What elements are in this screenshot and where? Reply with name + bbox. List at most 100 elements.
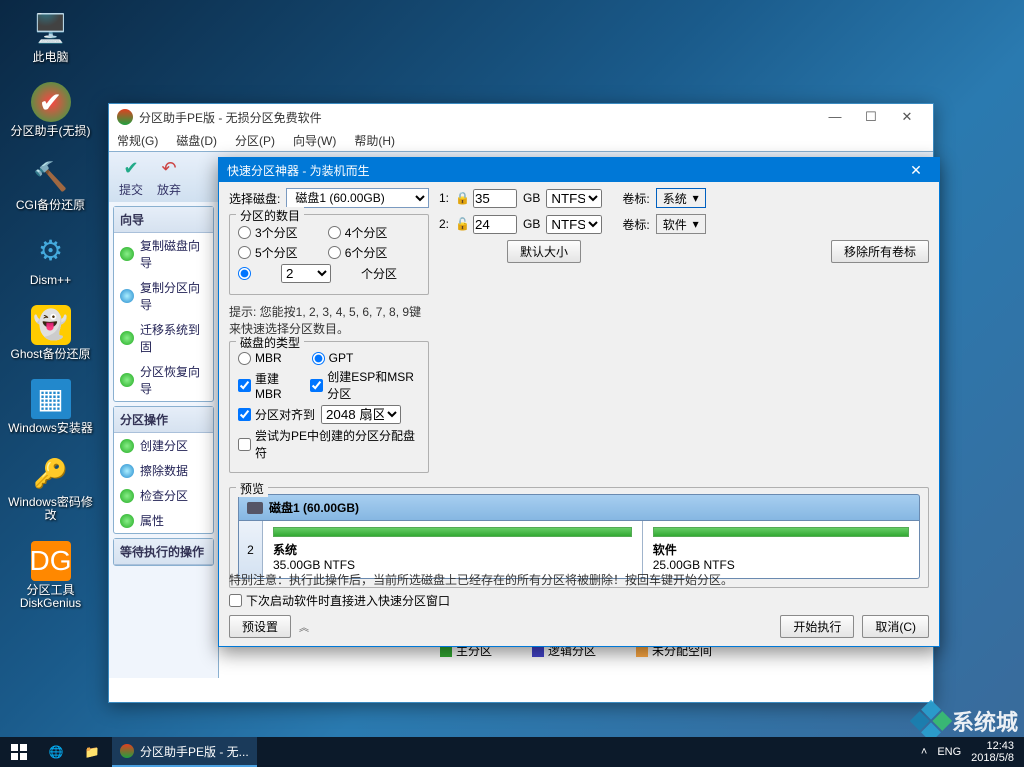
part2-fs-select[interactable]: NTFS	[546, 215, 602, 234]
part2-vol-input[interactable]: 软件▾	[656, 214, 706, 234]
desktop-icon-dism[interactable]: ⚙Dism++	[8, 231, 93, 287]
custom-count-select[interactable]: 2	[281, 264, 331, 283]
part2-size-input[interactable]	[473, 215, 517, 234]
disk-icon: DG	[31, 541, 71, 581]
hammer-icon: 🔨	[31, 156, 71, 196]
bullet-icon	[120, 489, 134, 503]
desktop-icon-partition-assistant[interactable]: ✔分区助手(无损)	[8, 82, 93, 138]
maximize-button[interactable]: ☐	[853, 109, 889, 125]
disk-type-group: 磁盘的类型 MBR GPT 重建MBR 创建ESP和MSR分区 分区对齐到 20…	[229, 341, 429, 473]
ime-indicator[interactable]: ENG	[937, 746, 961, 758]
watermark-icon	[910, 700, 952, 742]
minimize-button[interactable]: —	[817, 109, 853, 125]
quick-partition-dialog: 快速分区神器 - 为装机而生 ✕ 选择磁盘: 磁盘1 (60.00GB) 分区的…	[218, 157, 940, 647]
cancel-button[interactable]: 取消(C)	[862, 615, 929, 638]
remove-labels-button[interactable]: 移除所有卷标	[831, 240, 929, 263]
side-item-create[interactable]: 创建分区	[114, 433, 213, 458]
hint-text: 提示: 您能按1, 2, 3, 4, 5, 6, 7, 8, 9键来快速选择分区…	[229, 303, 429, 337]
radio-3-parts[interactable]: 3个分区	[238, 224, 298, 241]
chevron-icon[interactable]: ︽	[299, 619, 309, 634]
align-select[interactable]: 2048 扇区	[321, 405, 401, 424]
watermark: 系统城	[916, 705, 1018, 737]
side-item-check[interactable]: 检查分区	[114, 483, 213, 508]
close-button[interactable]: ✕	[889, 109, 925, 125]
clock[interactable]: 12:43 2018/5/8	[971, 740, 1014, 764]
side-item-copy-disk[interactable]: 复制磁盘向导	[114, 233, 213, 275]
bullet-icon	[120, 439, 134, 453]
desktop-icon-thispc[interactable]: 🖥️此电脑	[8, 8, 93, 64]
tool-commit[interactable]: ✔提交	[119, 157, 143, 198]
lock-icon[interactable]: 🔒	[455, 191, 467, 205]
check-rebuild-mbr[interactable]: 重建MBR	[238, 370, 296, 401]
menu-wizard[interactable]: 向导(W)	[293, 132, 336, 149]
desktop-icon-winpwd[interactable]: 🔑Windows密码修改	[8, 453, 93, 522]
side-item-recover-part[interactable]: 分区恢复向导	[114, 359, 213, 401]
partition-row-2: 2: 🔓 GB NTFS 卷标: 软件▾	[439, 214, 929, 234]
bullet-icon	[120, 247, 134, 261]
side-item-copy-part[interactable]: 复制分区向导	[114, 275, 213, 317]
preview-part-2[interactable]: 软件 25.00GB NTFS	[643, 521, 919, 578]
part1-vol-input[interactable]: 系统▾	[656, 188, 706, 208]
check-icon: ✔	[31, 82, 71, 122]
desktop-icon-cgi[interactable]: 🔨CGI备份还原	[8, 156, 93, 212]
windows-icon: ▦	[31, 379, 71, 419]
app-titlebar[interactable]: 分区助手PE版 - 无损分区免费软件 — ☐ ✕	[109, 104, 933, 130]
side-item-wipe[interactable]: 擦除数据	[114, 458, 213, 483]
taskbar-files-icon[interactable]: 📁	[74, 745, 110, 759]
radio-5-parts[interactable]: 5个分区	[238, 244, 298, 261]
partition-row-1: 1: 🔒 GB NTFS 卷标: 系统▾	[439, 188, 929, 208]
radio-4-parts[interactable]: 4个分区	[328, 224, 388, 241]
menu-disk[interactable]: 磁盘(D)	[176, 132, 217, 149]
menu-help[interactable]: 帮助(H)	[354, 132, 395, 149]
dialog-titlebar[interactable]: 快速分区神器 - 为装机而生 ✕	[219, 158, 939, 182]
side-wizard-header: 向导	[114, 207, 213, 233]
unlock-icon[interactable]: 🔓	[455, 217, 467, 231]
desktop-icon-diskgenius[interactable]: DG分区工具DiskGenius	[8, 541, 93, 610]
default-size-button[interactable]: 默认大小	[507, 240, 581, 263]
side-item-props[interactable]: 属性	[114, 508, 213, 533]
radio-mbr[interactable]: MBR	[238, 351, 282, 365]
desktop-icons: 🖥️此电脑 ✔分区助手(无损) 🔨CGI备份还原 ⚙Dism++ 👻Ghost备…	[8, 8, 93, 628]
hdd-icon	[247, 502, 263, 514]
part1-size-input[interactable]	[473, 189, 517, 208]
key-icon: 🔑	[31, 453, 71, 493]
tray-up-icon[interactable]: ˄	[921, 746, 927, 758]
radio-6-parts[interactable]: 6个分区	[328, 244, 388, 261]
preview-part-1[interactable]: 系统 35.00GB NTFS	[263, 521, 643, 578]
side-item-migrate-os[interactable]: 迁移系统到固	[114, 317, 213, 359]
preview-disk-header: 磁盘1 (60.00GB)	[238, 494, 920, 521]
part-bar	[273, 527, 632, 537]
dialog-footer: 特别注意：执行此操作后，当前所选磁盘上已经存在的所有分区将被删除！按回车键开始分…	[229, 571, 929, 638]
undo-icon: ↶	[157, 157, 181, 181]
desktop-icon-wininstall[interactable]: ▦Windows安装器	[8, 379, 93, 435]
app-title-text: 分区助手PE版 - 无损分区免费软件	[139, 109, 322, 126]
bullet-icon	[120, 514, 134, 528]
check-open-next[interactable]: 下次启动软件时直接进入快速分区窗口	[229, 592, 450, 609]
sidebar: 向导 复制磁盘向导 复制分区向导 迁移系统到固 分区恢复向导 分区操作 创建分区…	[109, 202, 219, 678]
select-disk-label: 选择磁盘:	[229, 190, 280, 207]
radio-custom-parts[interactable]	[238, 267, 251, 280]
menu-general[interactable]: 常规(G)	[117, 132, 158, 149]
check-pe-letter[interactable]: 尝试为PE中创建的分区分配盘符	[238, 427, 420, 461]
partition-count-group: 分区的数目 3个分区 4个分区 5个分区 6个分区 2 个分区	[229, 214, 429, 295]
desktop-icon-ghost[interactable]: 👻Ghost备份还原	[8, 305, 93, 361]
app-icon	[117, 109, 133, 125]
system-tray: ˄ ENG 12:43 2018/5/8	[921, 740, 1024, 764]
check-create-esp[interactable]: 创建ESP和MSR分区	[310, 368, 420, 402]
taskbar-browser-icon[interactable]: 🌐	[38, 745, 74, 759]
start-button[interactable]	[0, 737, 38, 767]
part1-fs-select[interactable]: NTFS	[546, 189, 602, 208]
start-button[interactable]: 开始执行	[780, 615, 854, 638]
preset-button[interactable]: 预设置	[229, 615, 291, 638]
tool-discard[interactable]: ↶放弃	[157, 157, 181, 198]
taskbar-app-button[interactable]: 分区助手PE版 - 无...	[112, 737, 257, 767]
dialog-close-button[interactable]: ✕	[901, 162, 931, 179]
menu-partition[interactable]: 分区(P)	[235, 132, 275, 149]
select-disk-dropdown[interactable]: 磁盘1 (60.00GB)	[286, 188, 429, 208]
check-align[interactable]: 分区对齐到	[238, 406, 315, 423]
radio-gpt[interactable]: GPT	[312, 351, 354, 365]
taskbar: 🌐 📁 分区助手PE版 - 无... ˄ ENG 12:43 2018/5/8	[0, 737, 1024, 767]
side-ops-header: 分区操作	[114, 407, 213, 433]
ghost-icon: 👻	[31, 305, 71, 345]
check-icon: ✔	[119, 157, 143, 181]
